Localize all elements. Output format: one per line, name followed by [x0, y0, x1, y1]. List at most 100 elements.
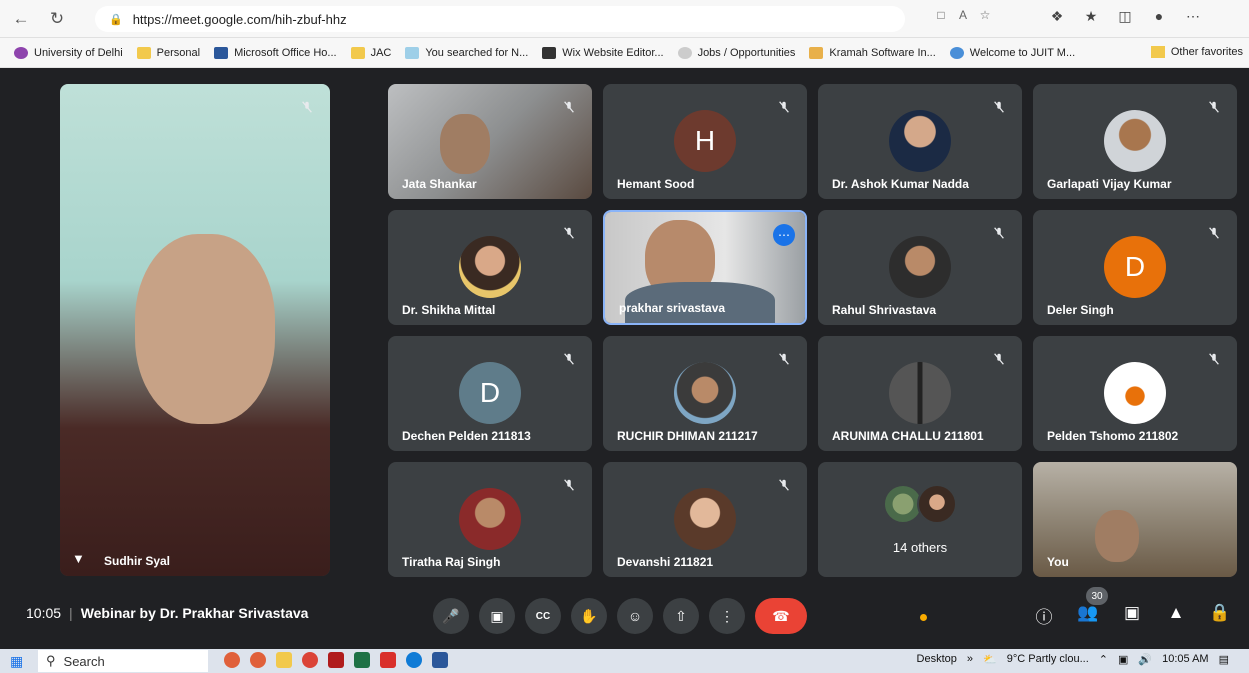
- acrobat-icon[interactable]: [380, 652, 396, 668]
- captions-icon: CC: [535, 610, 551, 622]
- participant-tile[interactable]: H Hemant Sood: [603, 84, 807, 199]
- collections-icon[interactable]: ◫: [1108, 8, 1142, 25]
- leave-call-button[interactable]: ☎: [755, 598, 807, 634]
- notification-icon[interactable]: ▤: [1219, 653, 1229, 666]
- participant-tile[interactable]: Devanshi 211821: [603, 462, 807, 577]
- participant-avatar: [889, 362, 951, 424]
- more-options-icon[interactable]: ⋯: [773, 224, 795, 246]
- raise-hand-button[interactable]: ✋: [571, 598, 607, 634]
- activities-icon[interactable]: ▲: [1154, 603, 1198, 628]
- mic-off-icon: [988, 96, 1010, 118]
- others-tile[interactable]: 14 others: [818, 462, 1022, 577]
- participant-name: Garlapati Vijay Kumar: [1047, 177, 1172, 191]
- bookmark-item[interactable]: Microsoft Office Ho...: [214, 46, 337, 59]
- info-icon[interactable]: ⓘ: [1022, 603, 1066, 628]
- participant-tile[interactable]: Jata Shankar: [388, 84, 592, 199]
- participant-tile[interactable]: Garlapati Vijay Kumar: [1033, 84, 1237, 199]
- participant-face: [135, 234, 275, 424]
- mic-off-icon: [773, 474, 795, 496]
- people-icon[interactable]: 👥: [1066, 603, 1110, 628]
- back-icon[interactable]: ←: [6, 4, 36, 34]
- others-avatars: [883, 484, 957, 524]
- participant-avatar: [889, 110, 951, 172]
- participant-avatar: D: [1104, 236, 1166, 298]
- reactions-button[interactable]: ☺: [617, 598, 653, 634]
- participant-tile[interactable]: Tiratha Raj Singh: [388, 462, 592, 577]
- mic-off-icon: [1203, 348, 1225, 370]
- profile-icon[interactable]: ●: [1142, 8, 1176, 25]
- chat-icon[interactable]: ▣: [1110, 603, 1154, 628]
- participant-avatar: [917, 484, 957, 524]
- participant-tile[interactable]: D Deler Singh: [1033, 210, 1237, 325]
- others-count: 14 others: [892, 540, 948, 555]
- more-options-button[interactable]: ⋮: [709, 598, 745, 634]
- more-icon[interactable]: ⋯: [1176, 8, 1210, 25]
- favorite-star-icon[interactable]: ☆: [974, 8, 996, 22]
- bookmark-item[interactable]: Jobs / Opportunities: [677, 46, 795, 59]
- bookmark-item[interactable]: Kramah Software In...: [809, 46, 936, 59]
- present-button[interactable]: ⇧: [663, 598, 699, 634]
- participant-tile[interactable]: Dr. Shikha Mittal: [388, 210, 592, 325]
- bookmark-icon: [14, 46, 28, 59]
- participant-avatar: [1104, 110, 1166, 172]
- clock[interactable]: 10:05 AM: [1162, 653, 1208, 666]
- meeting-title: Webinar by Dr. Prakhar Srivastava: [80, 605, 309, 621]
- participant-name: Rahul Shrivastava: [832, 303, 937, 317]
- mic-off-icon: [558, 348, 580, 370]
- search-placeholder: Search: [63, 653, 105, 669]
- lantern-icon[interactable]: [250, 652, 266, 668]
- chevron-icon[interactable]: »: [967, 653, 973, 666]
- taskbar-search[interactable]: ⚲ Search: [38, 650, 208, 672]
- cast-icon[interactable]: □: [930, 8, 952, 22]
- volume-icon[interactable]: 🔊: [1138, 653, 1152, 666]
- participant-name: Dechen Pelden 211813: [402, 429, 531, 443]
- read-aloud-icon[interactable]: A: [952, 8, 974, 22]
- favorites-list-icon[interactable]: ★: [1074, 8, 1108, 25]
- camera-button[interactable]: ▣: [479, 598, 515, 634]
- globe-icon: [677, 46, 692, 59]
- edge-icon[interactable]: [406, 652, 422, 668]
- filezilla-icon[interactable]: [328, 652, 344, 668]
- refresh-icon[interactable]: ↻: [42, 4, 72, 34]
- microphone-button[interactable]: 🎤: [433, 598, 469, 634]
- participant-tile[interactable]: ARUNIMA CHALLU 211801: [818, 336, 1022, 451]
- bookmark-item[interactable]: Personal: [136, 46, 200, 59]
- bookmark-item[interactable]: You searched for N...: [405, 46, 528, 59]
- participant-tile[interactable]: Pelden Tshomo 211802: [1033, 336, 1237, 451]
- host-controls-icon[interactable]: 🔒: [1198, 603, 1242, 628]
- other-favorites[interactable]: Other favorites: [1150, 46, 1243, 58]
- present-icon: ⇧: [675, 607, 687, 624]
- participant-name: Devanshi 211821: [617, 555, 714, 569]
- bookmark-item[interactable]: Wix Website Editor...: [542, 46, 664, 59]
- bookmarks-bar: University of Delhi Personal Microsoft O…: [0, 38, 1249, 68]
- bookmark-item[interactable]: Welcome to JUIT M...: [949, 46, 1075, 59]
- self-view-tile[interactable]: You: [1033, 462, 1237, 577]
- participant-tile[interactable]: RUCHIR DHIMAN 211217: [603, 336, 807, 451]
- bookmark-item[interactable]: University of Delhi: [14, 46, 123, 59]
- weather-text[interactable]: 9°C Partly clou...: [1007, 653, 1089, 666]
- chrome-icon[interactable]: [302, 652, 318, 668]
- pinned-participant-tile[interactable]: ▼ Sudhir Syal: [60, 84, 330, 576]
- participant-tile[interactable]: Dr. Ashok Kumar Nadda: [818, 84, 1022, 199]
- file-explorer-icon[interactable]: [276, 652, 292, 668]
- participant-avatar: [459, 236, 521, 298]
- desktop-toolbar[interactable]: Desktop: [917, 653, 957, 666]
- mic-off-icon: [296, 96, 318, 118]
- bookmark-item[interactable]: JAC: [350, 46, 391, 59]
- participant-name: Sudhir Syal: [104, 554, 171, 568]
- active-speaker-tile[interactable]: ⋯ prakhar srivastava: [603, 210, 807, 325]
- windows-start-icon[interactable]: ▦: [10, 653, 23, 670]
- url-input[interactable]: 🔒 https://meet.google.com/hih-zbuf-hhz: [95, 6, 905, 32]
- word-icon[interactable]: [432, 652, 448, 668]
- participant-tile[interactable]: D Dechen Pelden 211813: [388, 336, 592, 451]
- excel-icon[interactable]: [354, 652, 370, 668]
- captions-button[interactable]: CC: [525, 598, 561, 634]
- participant-name: Jata Shankar: [402, 177, 477, 191]
- network-icon[interactable]: ▣: [1118, 653, 1128, 666]
- participant-tile[interactable]: Rahul Shrivastava: [818, 210, 1022, 325]
- extension-icon[interactable]: ❖: [1040, 8, 1074, 25]
- participant-name: Dr. Shikha Mittal: [402, 303, 496, 317]
- weather-icon[interactable]: ⛅: [983, 653, 997, 666]
- tray-up-icon[interactable]: ⌃: [1099, 653, 1108, 666]
- lantern-icon[interactable]: [224, 652, 240, 668]
